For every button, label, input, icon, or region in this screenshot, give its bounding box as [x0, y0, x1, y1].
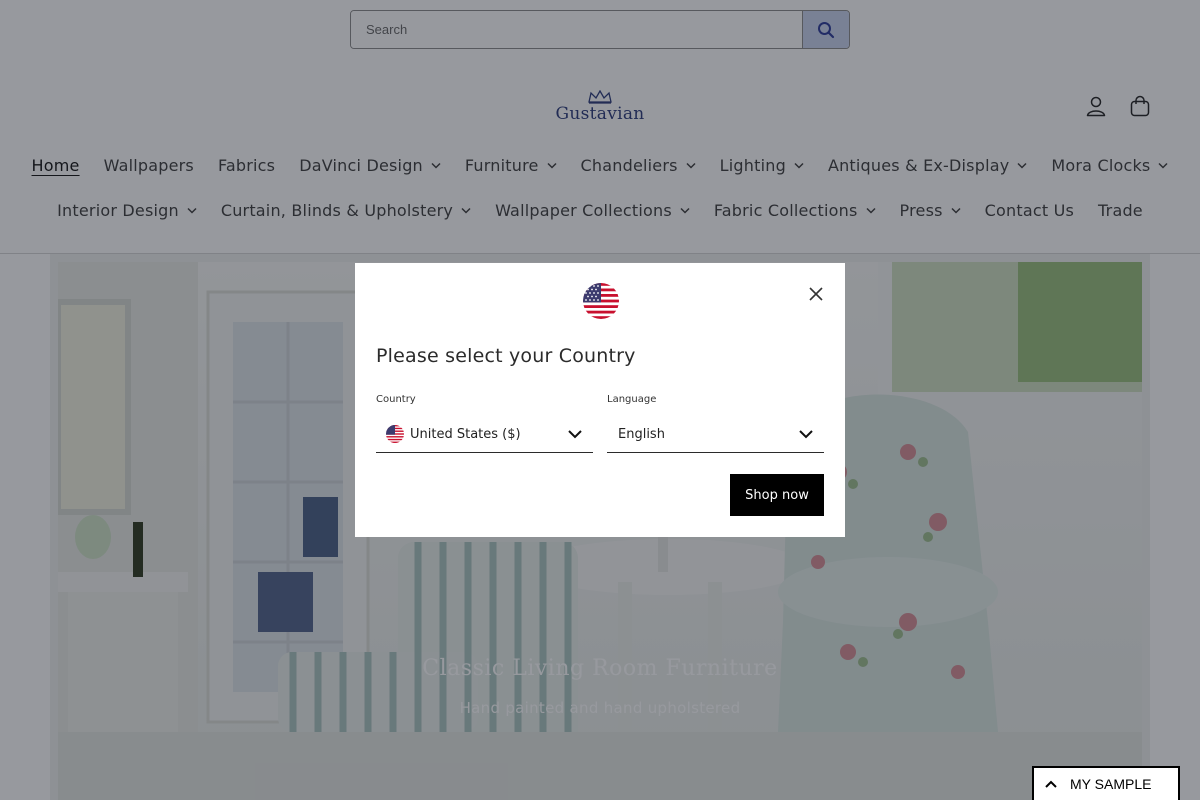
language-label: Language — [607, 394, 657, 405]
my-sample-label: MY SAMPLE — [1070, 776, 1152, 792]
us-flag-icon — [583, 283, 619, 323]
language-select-value: English — [618, 426, 665, 442]
chevron-up-icon — [1044, 779, 1058, 789]
language-select[interactable]: English — [607, 416, 824, 453]
country-select-value: United States ($) — [410, 426, 521, 442]
us-flag-icon — [386, 425, 404, 443]
close-modal-button[interactable] — [805, 283, 827, 305]
modal-title: Please select your Country — [376, 345, 636, 367]
close-icon — [809, 287, 823, 301]
my-sample-tab[interactable]: MY SAMPLE — [1032, 766, 1180, 800]
chevron-down-icon — [568, 430, 582, 439]
country-selector-modal: Please select your Country Country Unite… — [355, 263, 845, 537]
shop-now-button[interactable]: Shop now — [730, 474, 824, 516]
country-select[interactable]: United States ($) — [376, 416, 593, 453]
country-label: Country — [376, 394, 416, 405]
chevron-down-icon — [799, 430, 813, 439]
